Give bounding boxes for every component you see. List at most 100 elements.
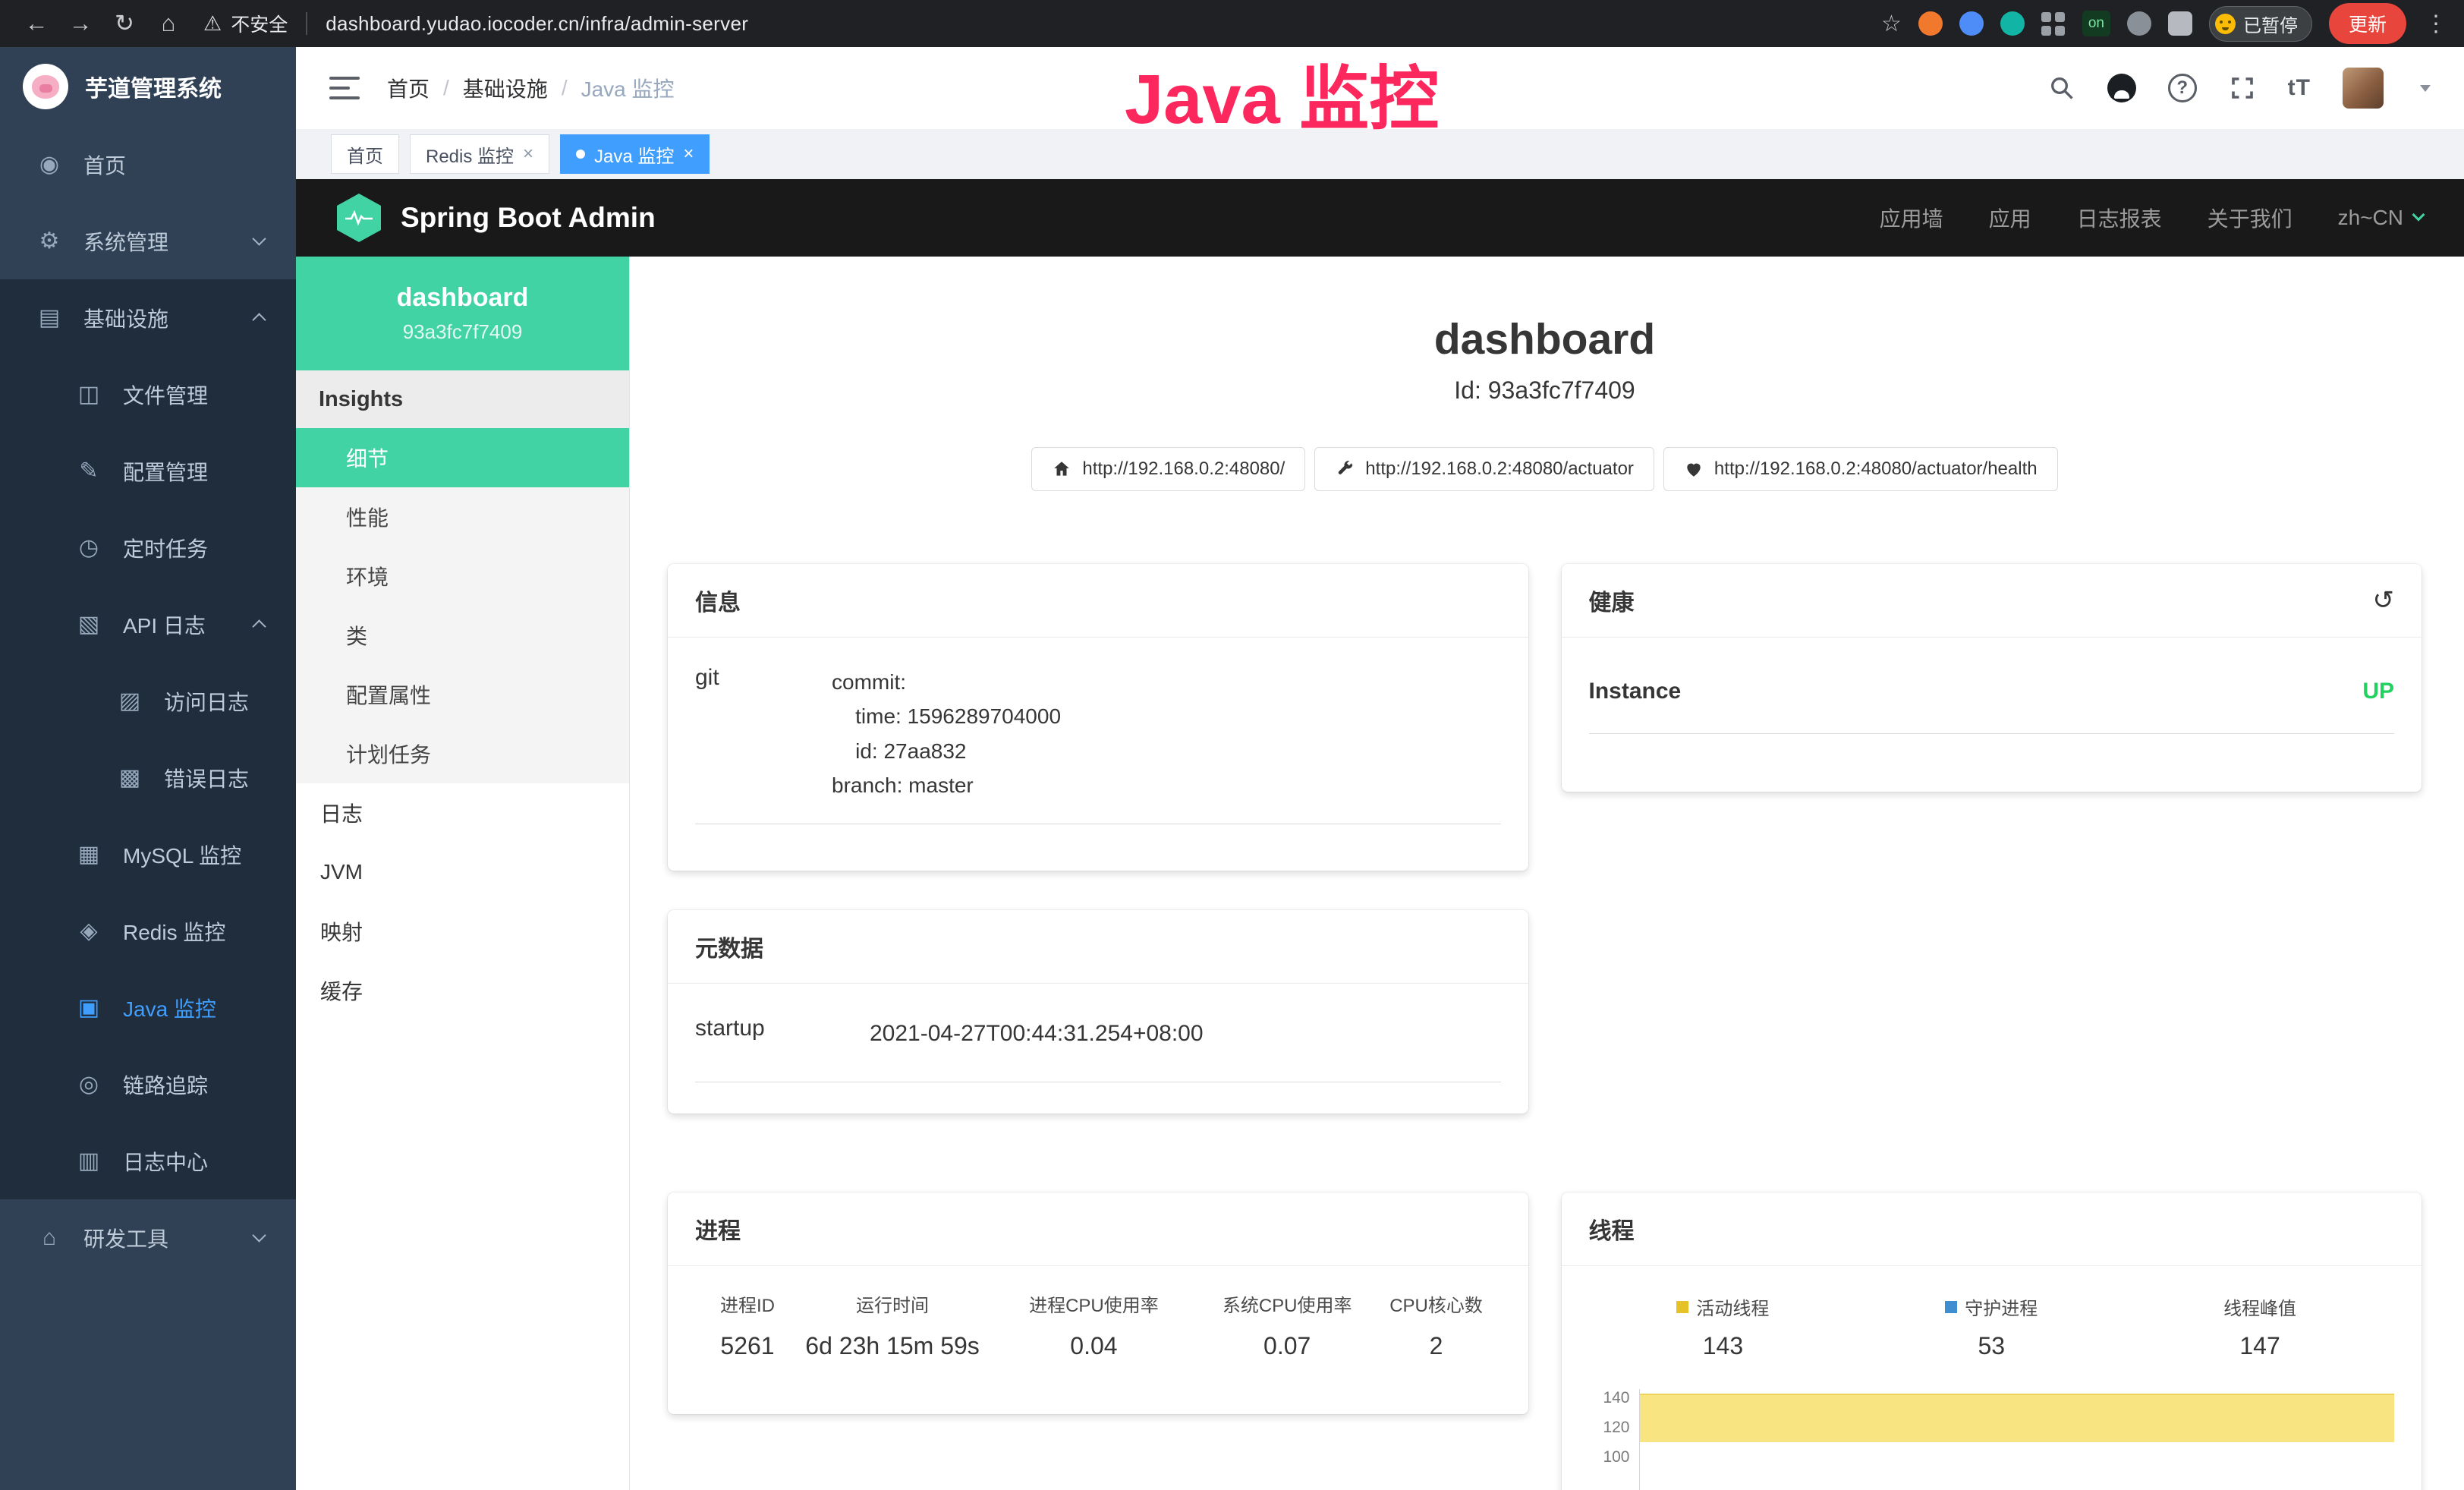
chevron-down-icon xyxy=(252,1228,266,1242)
redis-icon: ◈ xyxy=(74,918,103,944)
sba-instance-header[interactable]: dashboard 93a3fc7f7409 xyxy=(296,257,629,370)
bookmark-star-icon[interactable]: ☆ xyxy=(1881,11,1902,37)
sba-item-metrics[interactable]: 性能 xyxy=(296,487,629,547)
sba-item-jvm[interactable]: JVM xyxy=(296,843,629,902)
history-icon[interactable]: ↺ xyxy=(2373,587,2395,613)
nav-journal[interactable]: 日志报表 xyxy=(2077,203,2162,233)
column-header: 进程CPU使用率 xyxy=(985,1271,1203,1317)
chevron-down-icon xyxy=(2412,209,2425,222)
app-logo[interactable]: 芋道管理系统 xyxy=(0,47,296,126)
extension-icon[interactable] xyxy=(2000,11,2025,36)
process-card: 进程 进程ID 运行时间 进程CPU使用率 系统CPU使用率 CPU核心数 xyxy=(668,1192,1528,1414)
active-dot-icon xyxy=(576,150,585,159)
legend-value: 143 xyxy=(1589,1332,1858,1360)
sidebar-item-label: 日志中心 xyxy=(123,1146,208,1177)
sba-item-environment[interactable]: 环境 xyxy=(296,547,629,606)
nav-about[interactable]: 关于我们 xyxy=(2208,203,2292,233)
info-row: git commit: time: 1596289704000 id: 27aa… xyxy=(695,642,1501,824)
sba-item-caches[interactable]: 缓存 xyxy=(296,961,629,1020)
sidebar-item-cron-jobs[interactable]: ◷ 定时任务 xyxy=(0,509,296,586)
update-button[interactable]: 更新 xyxy=(2329,3,2406,44)
sidebar-item-label: MySQL 监控 xyxy=(123,840,241,870)
tab-home[interactable]: 首页 xyxy=(331,134,399,174)
instance-label: Instance xyxy=(1589,679,1682,704)
sidebar-item-home[interactable]: ◉ 首页 xyxy=(0,126,296,203)
annotation-text: Java 监控 xyxy=(1125,43,1439,143)
sidebar-item-system-mgmt[interactable]: ⚙ 系统管理 xyxy=(0,203,296,279)
cell-value: 6d 23h 15m 59s xyxy=(800,1317,985,1360)
health-card: 健康 ↺ Instance UP xyxy=(1562,564,2422,792)
back-icon[interactable]: ← xyxy=(17,10,56,37)
nav-wallboard[interactable]: 应用墙 xyxy=(1880,203,1943,233)
sba-item-classes[interactable]: 类 xyxy=(296,606,629,665)
forward-icon[interactable]: → xyxy=(61,10,100,37)
health-url-button[interactable]: http://192.168.0.2:48080/actuator/health xyxy=(1663,447,2058,491)
sba-item-logs[interactable]: 日志 xyxy=(296,783,629,843)
sba-item-details[interactable]: 细节 xyxy=(296,428,629,487)
tab-java-monitor[interactable]: Java 监控 × xyxy=(560,134,710,174)
breadcrumb-infrastructure[interactable]: 基础设施 xyxy=(463,73,548,103)
sidebar-item-redis-monitor[interactable]: ◈ Redis 监控 xyxy=(0,893,296,969)
sidebar-item-mysql-monitor[interactable]: ▦ MySQL 监控 xyxy=(0,816,296,893)
threads-legend: 活动线程 143 守护进程 53 线程峰值 xyxy=(1589,1271,2395,1360)
chevron-down-icon xyxy=(252,232,266,245)
card-title: 进程 xyxy=(695,1212,741,1246)
actuator-url-button[interactable]: http://192.168.0.2:48080/actuator xyxy=(1314,447,1654,491)
close-icon[interactable]: × xyxy=(523,143,533,165)
browser-menu-icon[interactable]: ⋮ xyxy=(2425,11,2447,37)
paused-label: 已暂停 xyxy=(2243,11,2298,37)
sidebar-item-config-mgmt[interactable]: ✎ 配置管理 xyxy=(0,433,296,509)
avatar-caret-icon[interactable] xyxy=(2420,85,2431,92)
sidebar-item-log-center[interactable]: ▥ 日志中心 xyxy=(0,1123,296,1199)
extension-on-badge[interactable]: on xyxy=(2082,11,2110,36)
sba-item-scheduled-tasks[interactable]: 计划任务 xyxy=(296,724,629,783)
sba-item-configprops[interactable]: 配置属性 xyxy=(296,665,629,724)
card-title: 元数据 xyxy=(695,930,763,963)
home-icon xyxy=(1052,459,1072,479)
tab-label: Java 监控 xyxy=(594,141,674,168)
tab-redis-monitor[interactable]: Redis 监控 × xyxy=(410,134,549,174)
github-icon[interactable] xyxy=(2107,74,2136,102)
extensions-puzzle-icon[interactable] xyxy=(2168,11,2192,36)
health-row: Instance UP xyxy=(1589,642,2395,734)
search-icon[interactable] xyxy=(2048,74,2075,102)
sidebar-item-api-logs[interactable]: ▧ API 日志 xyxy=(0,586,296,663)
help-icon[interactable]: ? xyxy=(2168,74,2197,102)
close-icon[interactable]: × xyxy=(683,143,694,165)
app-header: 首页 / 基础设施 / Java 监控 Java 监控 ? tT xyxy=(296,47,2464,129)
metadata-card: 元数据 startup 2021-04-27T00:44:31.254+08:0… xyxy=(668,910,1528,1114)
sidebar-item-label: Java 监控 xyxy=(123,993,216,1023)
address-bar[interactable]: dashboard.yudao.iocoder.cn/infra/admin-s… xyxy=(326,12,748,36)
paused-badge[interactable]: 已暂停 xyxy=(2209,6,2312,42)
sidebar-item-dev-tools[interactable]: ⌂ 研发工具 xyxy=(0,1199,296,1276)
reload-icon[interactable]: ↻ xyxy=(105,10,144,37)
nav-applications[interactable]: 应用 xyxy=(1989,203,2031,233)
sidebar-item-label: 定时任务 xyxy=(123,533,208,563)
legend-label: 线程峰值 xyxy=(2223,1293,2296,1320)
language-select[interactable]: zh~CN xyxy=(2338,206,2423,230)
sidebar-item-java-monitor[interactable]: ▣ Java 监控 xyxy=(0,969,296,1046)
extension-icon[interactable] xyxy=(1959,11,1984,36)
link-label: http://192.168.0.2:48080/ xyxy=(1082,458,1285,480)
sidebar-item-label: 错误日志 xyxy=(164,763,249,793)
sidebar-item-access-logs[interactable]: ▨ 访问日志 xyxy=(0,663,296,739)
java-monitor-icon: ▣ xyxy=(74,994,103,1021)
sidebar-item-trace[interactable]: ◎ 链路追踪 xyxy=(0,1046,296,1123)
instance-url-button[interactable]: http://192.168.0.2:48080/ xyxy=(1031,447,1305,491)
sidebar-item-infrastructure[interactable]: ▤ 基础设施 xyxy=(0,279,296,356)
sba-item-mappings[interactable]: 映射 xyxy=(296,902,629,961)
font-size-icon[interactable]: tT xyxy=(2288,75,2311,101)
site-security[interactable]: ⚠ 不安全 xyxy=(203,10,288,37)
legend-item: 线程峰值 147 xyxy=(2126,1293,2394,1360)
extension-icon[interactable] xyxy=(1918,11,1943,36)
avatar[interactable] xyxy=(2343,68,2384,109)
home-icon[interactable]: ⌂ xyxy=(149,10,188,37)
fullscreen-icon[interactable] xyxy=(2229,74,2256,102)
hamburger-icon[interactable] xyxy=(329,77,360,99)
extension-grid-icon[interactable] xyxy=(2041,11,2066,36)
security-label: 不安全 xyxy=(231,10,288,37)
breadcrumb-home[interactable]: 首页 xyxy=(387,73,430,103)
sidebar-item-file-mgmt[interactable]: ◫ 文件管理 xyxy=(0,356,296,433)
extension-icon[interactable] xyxy=(2127,11,2151,36)
sidebar-item-error-logs[interactable]: ▩ 错误日志 xyxy=(0,739,296,816)
